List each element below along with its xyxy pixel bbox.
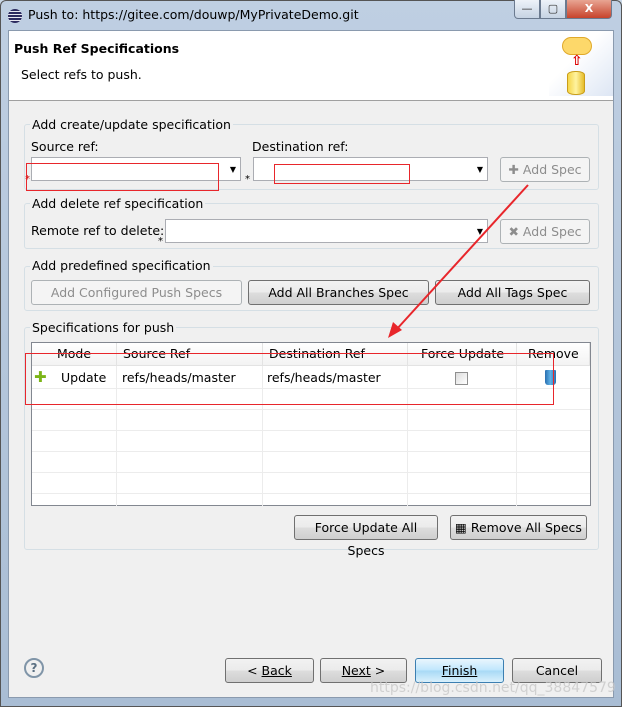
- watermark: https://blog.csdn.net/qq_38847579: [370, 680, 616, 696]
- annotation-arrow: [388, 184, 529, 338]
- help-icon[interactable]: ?: [24, 658, 44, 678]
- back-button[interactable]: < Back: [225, 658, 314, 683]
